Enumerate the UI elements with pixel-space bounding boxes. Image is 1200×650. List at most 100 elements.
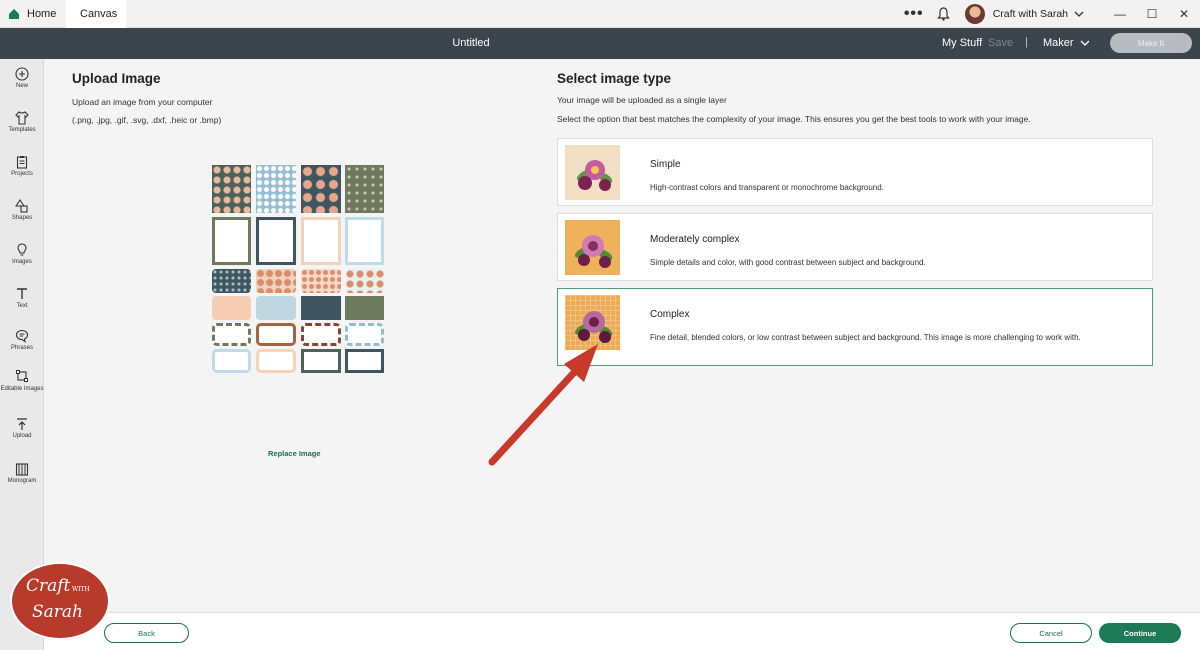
option-moderately-complex[interactable]: Moderately complex Simple details and co… [557,213,1153,281]
sidebar-item-text[interactable]: Text [0,287,44,309]
shirt-icon [15,111,29,125]
craft-with-sarah-logo: Craft WITH Sarah [10,562,110,640]
solid-label [345,296,384,320]
avatar[interactable] [964,4,985,24]
solid-label [212,296,251,320]
user-menu[interactable]: Craft with Sarah [993,8,1084,20]
sidebar-item-phrases[interactable]: Phrases [0,329,44,351]
editable-image-icon [16,370,28,382]
sidebar-item-label: Projects [11,171,33,177]
option-title: Complex [650,309,690,320]
tab-canvas-label: Canvas [80,8,118,20]
machine-label: Maker [1043,37,1074,49]
sidebar-item-monogram[interactable]: Monogram [0,462,44,484]
select-instruction: Select the option that best matches the … [557,114,1031,124]
sidebar-item-editable-images[interactable]: Editable Images [0,369,44,393]
frame-label [345,323,384,346]
back-button[interactable]: Back [104,623,189,643]
select-note: Your image will be uploaded as a single … [557,95,727,105]
tab-canvas[interactable]: Canvas [66,0,126,28]
sidebar-item-label: Upload [12,433,32,439]
logo-text: Sarah [32,602,83,622]
chevron-down-icon [1080,40,1090,46]
select-type-heading: Select image type [557,71,672,86]
frame-tile [345,217,384,265]
frame-label [256,323,296,346]
sidebar-item-shapes[interactable]: Shapes [0,199,44,221]
app-header: Untitled My Stuff Save | Maker Make It [0,28,1200,59]
frame-tile [212,217,251,265]
tab-home-label: Home [27,8,57,20]
frame-label [212,323,251,346]
frame-label [212,349,251,373]
solid-label [256,296,296,320]
make-it-button[interactable]: Make It [1110,33,1192,53]
pattern-tile [345,165,384,213]
my-stuff-button[interactable]: My Stuff [942,37,982,49]
sidebar-item-new[interactable]: New [0,67,44,89]
document-title[interactable]: Untitled [0,37,942,49]
frame-label [301,323,341,346]
upload-heading: Upload Image [72,71,161,86]
cancel-button[interactable]: Cancel [1010,623,1092,643]
upload-instruction: Upload an image from your computer [72,97,213,107]
footer-bar: Back Cancel Continue [44,612,1200,650]
sidebar-item-label: Monogram [7,478,37,484]
option-description: Fine detail, blended colors, or low cont… [650,333,1081,342]
title-bar: Home Canvas ••• Craft with Sarah — ☐ ✕ [0,0,1200,28]
frame-label [256,349,296,373]
option-description: Simple details and color, with good cont… [650,258,926,267]
complex-flower-thumbnail [565,295,620,350]
pattern-tile [301,165,341,213]
logo-text: Craft [26,576,71,596]
frame-tile [301,217,341,265]
plus-circle-icon [15,67,29,81]
clipboard-icon [16,156,28,169]
option-description: High-contrast colors and transparent or … [650,183,884,192]
user-name: Craft with Sarah [992,8,1068,20]
pattern-label [301,269,341,293]
notification-bell-icon[interactable] [929,7,959,21]
tab-home[interactable]: Home [8,0,56,28]
pattern-label [256,269,296,293]
pattern-label [345,269,384,293]
option-simple[interactable]: Simple High-contrast colors and transpar… [557,138,1153,206]
solid-label [301,296,341,320]
upload-icon [17,418,27,430]
sidebar-item-label: Templates [8,127,36,133]
simple-flower-thumbnail [565,145,620,200]
chevron-down-icon [1074,11,1084,17]
home-icon [9,9,19,19]
sidebar-item-label: New [15,83,28,89]
frame-label [345,349,384,373]
save-button[interactable]: Save [988,37,1013,49]
sidebar-item-label: Editable Images [0,386,44,392]
speech-bubble-icon [15,329,29,343]
text-icon [17,288,27,299]
uploaded-image-preview [212,165,384,375]
option-complex[interactable]: Complex Fine detail, blended colors, or … [557,288,1153,366]
replace-image-link[interactable]: Replace Image [268,449,321,458]
sidebar-item-images[interactable]: Images [0,243,44,265]
upload-formats: (.png, .jpg, .gif, .svg, .dxf, .heic or … [72,115,222,125]
pattern-tile [212,165,251,213]
moderate-flower-thumbnail [565,220,620,275]
shapes-icon [15,199,28,213]
lightbulb-icon [17,243,27,256]
monogram-icon [15,463,29,476]
sidebar-item-projects[interactable]: Projects [0,155,44,177]
sidebar-item-label: Images [12,259,32,265]
option-title: Simple [650,159,681,170]
machine-selector[interactable]: Maker [1043,37,1090,49]
more-options-button[interactable]: ••• [899,5,929,23]
sidebar-item-upload[interactable]: Upload [0,417,44,439]
sidebar: New Templates Projects Shapes Images Tex… [0,59,44,650]
minimize-button[interactable]: — [1104,7,1136,21]
continue-button[interactable]: Continue [1099,623,1181,643]
pattern-label [212,269,251,293]
frame-tile [256,217,296,265]
sidebar-item-templates[interactable]: Templates [0,111,44,133]
maximize-button[interactable]: ☐ [1136,7,1168,21]
close-window-button[interactable]: ✕ [1168,7,1200,21]
logo-text: WITH [72,586,90,593]
